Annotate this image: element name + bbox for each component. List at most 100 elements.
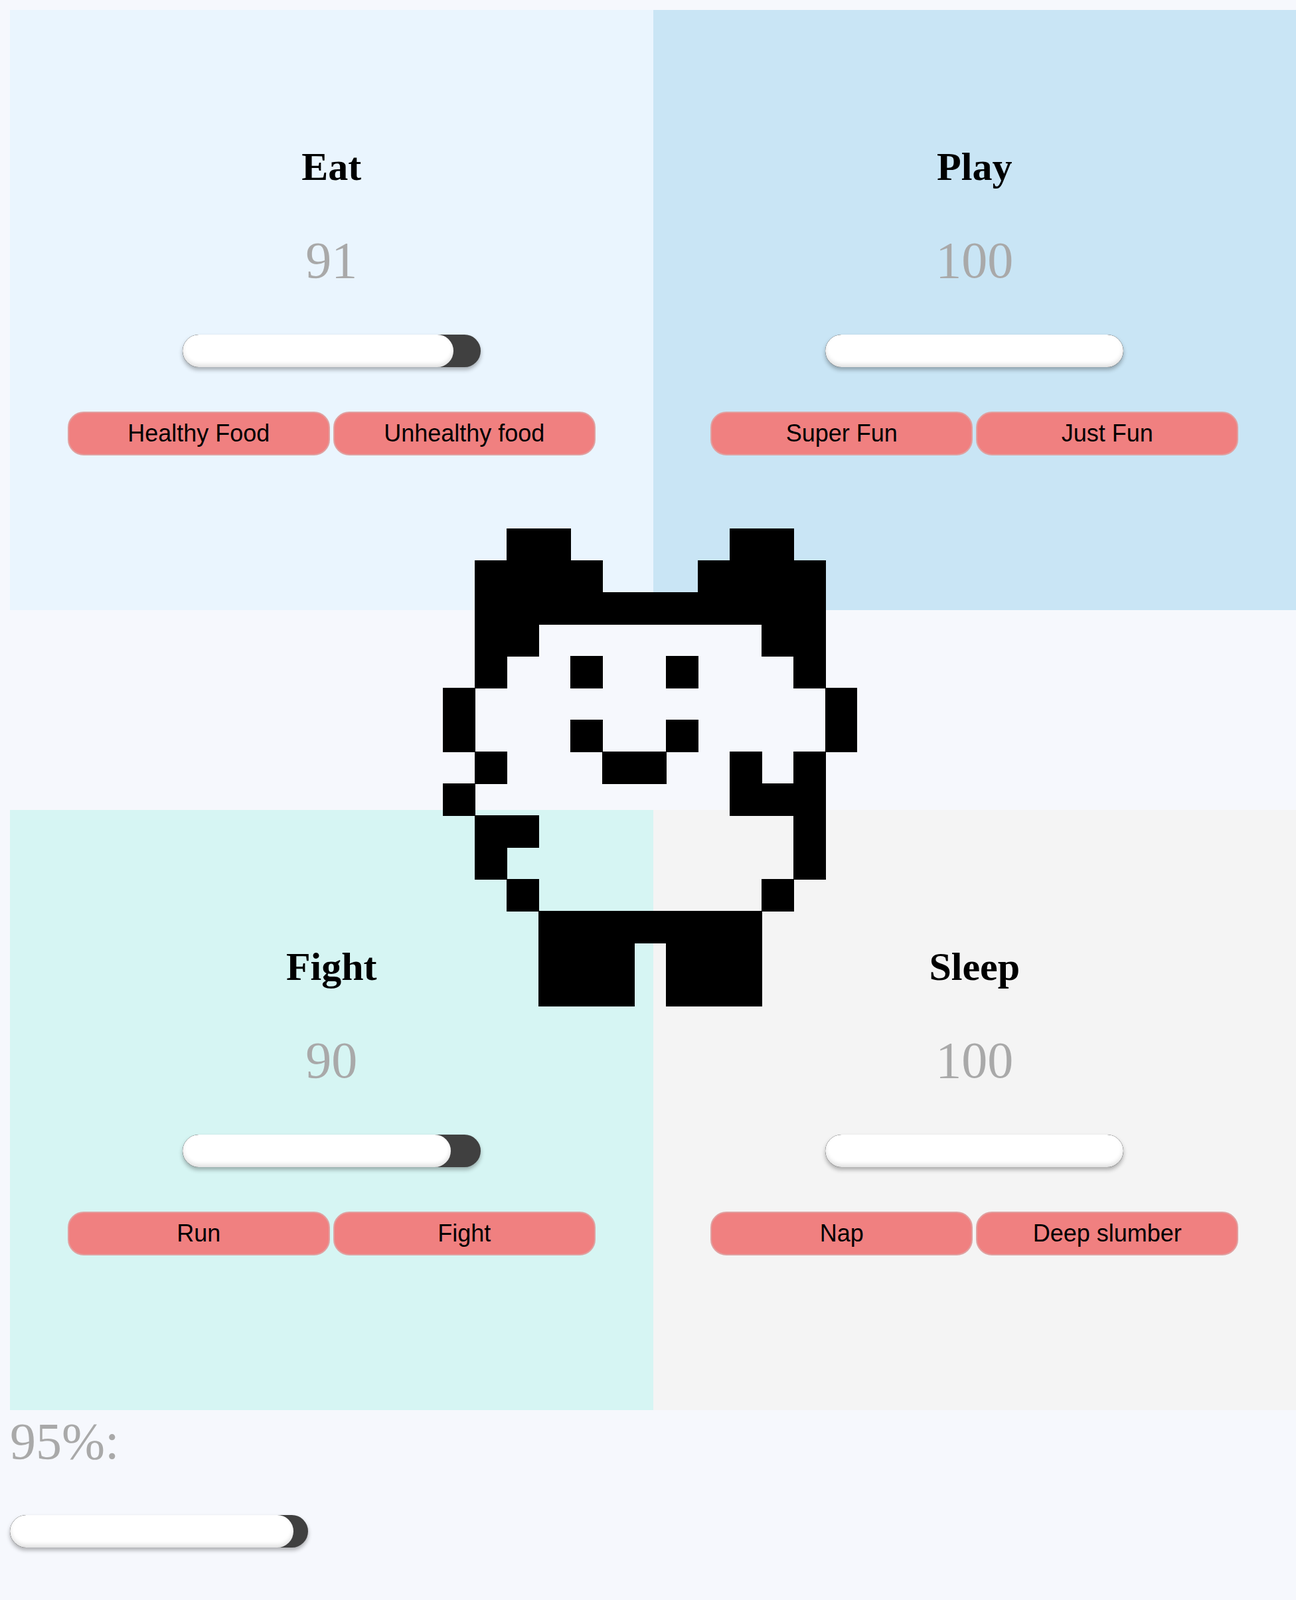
pet-pixel	[793, 815, 826, 848]
overall-bar	[9, 1515, 309, 1548]
pet-pixel	[665, 719, 699, 753]
pet-pixel	[761, 560, 795, 593]
stat-bar	[825, 334, 1124, 368]
pet-pixel	[474, 624, 508, 657]
action-button[interactable]: Run	[67, 1211, 330, 1256]
pet-pixel	[729, 910, 763, 944]
pet-pixel	[761, 528, 795, 562]
pet-pixel	[570, 719, 603, 753]
overall-bar-fill	[9, 1515, 294, 1548]
pet-pixel	[729, 751, 763, 785]
pet-pixel	[602, 974, 635, 1007]
action-buttons: NapDeep slumber	[710, 1211, 1239, 1256]
overall-reading: 95%:	[9, 1411, 1296, 1472]
action-button[interactable]: Deep slumber	[975, 1211, 1239, 1256]
pet-pixel	[538, 974, 571, 1007]
pet-pixel	[793, 655, 826, 689]
stat-title: Sleep	[928, 942, 1020, 991]
pet-pixel	[634, 592, 667, 625]
pet-pixel	[634, 751, 667, 785]
pet-pixel	[442, 719, 476, 753]
stat-title: Fight	[286, 942, 378, 991]
pet-pixel	[474, 560, 508, 593]
pet-pixel	[570, 942, 603, 976]
overall-status: 95%:	[0, 1410, 1296, 1548]
action-button[interactable]: Fight	[333, 1211, 596, 1256]
pet-pixel	[602, 942, 635, 976]
pet-pixel	[570, 560, 603, 593]
action-button[interactable]: Nap	[710, 1211, 973, 1256]
action-button[interactable]: Healthy Food	[67, 411, 330, 456]
pet-app: Eat 91 Healthy FoodUnhealthy foodPlay 10…	[0, 0, 1296, 1600]
stat-bar-fill	[182, 1134, 451, 1168]
pet-pixel	[729, 528, 763, 562]
stat-bar-fill	[825, 1134, 1124, 1168]
pet-pixel	[538, 528, 571, 562]
pet-pixel	[761, 783, 795, 816]
pet-pixel	[697, 974, 731, 1007]
stat-grid: Eat 91 Healthy FoodUnhealthy foodPlay 10…	[0, 9, 1296, 1411]
pet-pixel	[697, 942, 731, 976]
stat-bar	[825, 1134, 1124, 1168]
pet-icon[interactable]	[442, 528, 858, 1007]
pet-pixel	[538, 592, 571, 625]
pet-pixel	[442, 687, 476, 721]
stat-title: Play	[936, 142, 1012, 191]
pet-pixel	[825, 719, 858, 753]
pet-pixel	[474, 592, 508, 625]
pet-pixel	[602, 592, 635, 625]
stat-value: 100	[935, 230, 1014, 291]
pet-pixel	[570, 974, 603, 1007]
pet-pixel	[729, 942, 763, 976]
pet-pixel	[697, 592, 731, 625]
pet-pixel	[665, 655, 699, 689]
stat-bar	[182, 1134, 481, 1168]
pet-pixel	[665, 910, 699, 944]
pet-pixel	[538, 560, 571, 593]
pet-pixel	[570, 592, 603, 625]
pet-pixel	[474, 655, 508, 689]
action-buttons: RunFight	[67, 1211, 596, 1256]
pet-pixel	[506, 815, 540, 848]
action-button[interactable]: Super Fun	[710, 411, 973, 456]
pet-pixel	[506, 560, 540, 593]
pet-pixel	[761, 879, 795, 912]
action-buttons: Super FunJust Fun	[710, 411, 1239, 456]
pet-pixel	[729, 560, 763, 593]
stat-panel: Play 100 Super FunJust Fun	[653, 9, 1296, 611]
stat-bar	[182, 334, 481, 368]
pet-pixel	[793, 560, 826, 593]
pet-pixel	[538, 942, 571, 976]
pet-pixel	[697, 910, 731, 944]
action-button[interactable]: Just Fun	[975, 411, 1239, 456]
pet-pixel	[665, 942, 699, 976]
pet-pixel	[442, 783, 476, 816]
pet-pixel	[474, 847, 508, 880]
stat-panel: Eat 91 Healthy FoodUnhealthy food	[9, 9, 654, 611]
stat-value: 90	[305, 1030, 358, 1091]
pet-pixel	[761, 624, 795, 657]
pet-pixel	[570, 655, 603, 689]
pet-pixel	[793, 751, 826, 785]
pet-pixel	[761, 592, 795, 625]
pet-pixel	[602, 751, 635, 785]
stat-value: 91	[305, 230, 358, 291]
pet-pixel	[729, 974, 763, 1007]
stat-bar-fill	[182, 334, 455, 368]
pet-pixel	[793, 624, 826, 657]
stat-bar-fill	[825, 334, 1124, 368]
action-button[interactable]: Unhealthy food	[333, 411, 596, 456]
action-buttons: Healthy FoodUnhealthy food	[67, 411, 596, 456]
pet-pixel	[506, 592, 540, 625]
pet-pixel	[538, 910, 571, 944]
pet-pixel	[602, 910, 635, 944]
pet-pixel	[506, 624, 540, 657]
pet-pixel	[506, 879, 540, 912]
pet-pixel	[665, 592, 699, 625]
pet-pixel	[729, 783, 763, 816]
pet-pixel	[793, 847, 826, 880]
pet-pixel	[665, 974, 699, 1007]
pet-pixel	[793, 783, 826, 816]
stat-title: Eat	[301, 142, 362, 191]
stat-panel: Sleep 100 NapDeep slumber	[653, 810, 1296, 1411]
